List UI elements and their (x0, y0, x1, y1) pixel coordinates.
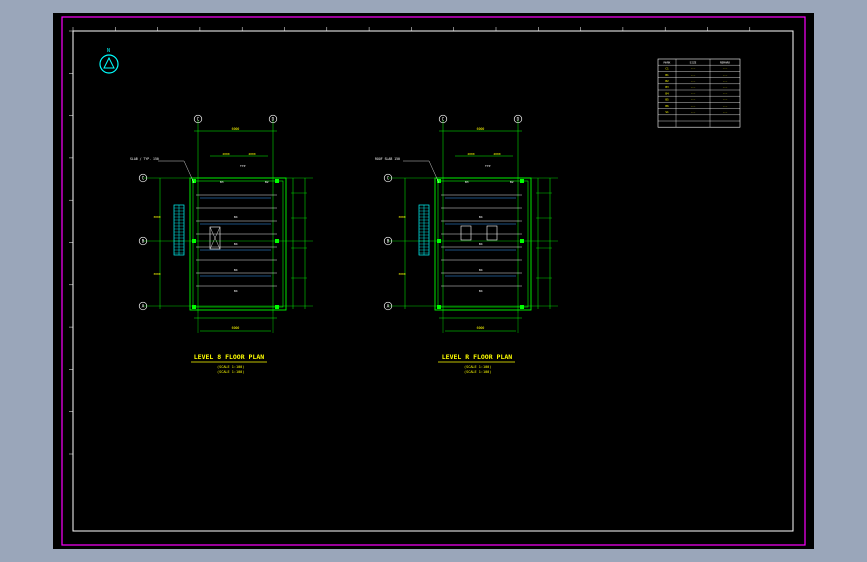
table-cell: --- (722, 67, 727, 71)
grid-bubble-label: D (272, 117, 275, 123)
table-cell: --- (722, 85, 727, 89)
beam-tag: B4 (479, 268, 483, 272)
dim-text: 6000 (477, 326, 485, 330)
grid-bubble-label: B (387, 239, 390, 245)
level-r-title-block: LEVEL R FLOOR PLAN (SCALE 1:100) (SCALE … (438, 353, 515, 374)
lift-box (460, 225, 472, 241)
member-schedule-table: MARK SIZE REMARK C1 --- --- B1 --- --- B2 --- --- B3… (657, 58, 741, 128)
grid-bubble-label: A (142, 304, 145, 310)
beam-tag: B4 (234, 289, 238, 293)
table-cell: --- (690, 79, 695, 83)
plan-subtitle: (SCALE 1:100) (217, 370, 244, 374)
table-cell: B1 (665, 73, 669, 77)
dim-text: 4000 (493, 152, 500, 156)
level-8-floor-plan: C D 6000 2000 4000 C B A B4 B4 B4 B4 B3 B2 3000 3000 600… (130, 114, 313, 333)
beam-tag: B2 (510, 180, 514, 184)
leader-note: SLAB / TYP. 150 (130, 157, 159, 161)
table-cell: --- (722, 110, 727, 114)
grid-bubble-label: A (387, 304, 390, 310)
table-cell: B3 (665, 85, 669, 89)
grid-bubble-label: C (442, 117, 445, 123)
lift-box (486, 225, 498, 241)
table-cell: --- (690, 91, 695, 95)
table-header-cell: MARK (664, 60, 671, 64)
level-r-floor-plan: C D 6000 2000 4000 C B A B4 B4 B4 B4 B3 B2 3000 3000 600… (375, 114, 558, 333)
plan-subtitle: (SCALE 1:100) (217, 365, 244, 369)
building-inner-outline (192, 180, 284, 308)
column (437, 305, 441, 309)
dim-text: 2000 (222, 152, 229, 156)
leader-note: ROOF SLAB 150 (375, 157, 400, 161)
dim-text: 2000 (467, 152, 474, 156)
table-cell: --- (690, 110, 695, 114)
table-cell: --- (690, 85, 695, 89)
dim-text: 3000 (398, 272, 405, 276)
dim-text: 4000 (248, 152, 255, 156)
beam-tag: B4 (479, 242, 483, 246)
beam-tag: B4 (234, 268, 238, 272)
border-ticks (69, 27, 751, 455)
drawing-sheet: N C D 6000 2000 4000 C B A B4 B4 B4 B4 B3 B2 3000 3000 6… (53, 13, 814, 549)
column (437, 239, 441, 243)
grid-bubble-label: B (142, 239, 145, 245)
table-cell: --- (690, 98, 695, 102)
table-cell: --- (722, 73, 727, 77)
table-cell: --- (690, 73, 695, 77)
grid-bubble-label: D (517, 117, 520, 123)
level-8-title-block: LEVEL 8 FLOOR PLAN (SCALE 1:100) (SCALE … (191, 353, 267, 374)
building-inner-outline (437, 180, 529, 308)
north-arrow-icon: N (99, 48, 119, 74)
table-cell: B6 (665, 104, 669, 108)
dim-text: 6000 (232, 127, 240, 131)
dim-text: 6000 (477, 127, 485, 131)
column (520, 305, 524, 309)
beam-tag: B3 (220, 180, 224, 184)
dim-text: 3000 (153, 272, 160, 276)
dim-text: 3000 (153, 215, 160, 219)
leader-line (183, 160, 195, 184)
table-cell: --- (690, 67, 695, 71)
leader-line (428, 160, 440, 184)
inner-frame (72, 30, 794, 532)
plan-subtitle: (SCALE 1:100) (464, 365, 491, 369)
table-cell: B2 (665, 79, 669, 83)
plan-title: LEVEL 8 FLOOR PLAN (194, 353, 265, 361)
grid-bubble-label: C (387, 176, 390, 182)
table-cell: B4 (665, 91, 669, 95)
column (275, 305, 279, 309)
dim-text: 3000 (398, 215, 405, 219)
grid-bubble-label: C (197, 117, 200, 123)
cad-drawing: N C D 6000 2000 4000 C B A B4 B4 B4 B4 B3 B2 3000 3000 6… (61, 16, 806, 546)
north-label: N (107, 48, 110, 54)
room-tag: TYP (485, 164, 491, 168)
table-cell: --- (722, 104, 727, 108)
beam-tag: B4 (479, 215, 483, 219)
column (520, 179, 524, 183)
table-cell: --- (722, 91, 727, 95)
room-tag: TYP (240, 164, 246, 168)
table-cell: C1 (665, 67, 669, 71)
table-cell: --- (722, 79, 727, 83)
table-header-cell: SIZE (690, 60, 697, 64)
beam-tag: B2 (265, 180, 269, 184)
column (275, 239, 279, 243)
beam-tag: B4 (479, 289, 483, 293)
column (275, 179, 279, 183)
table-cell: B5 (665, 98, 669, 102)
plan-subtitle: (SCALE 1:100) (464, 370, 491, 374)
column (192, 305, 196, 309)
table-cell: --- (690, 104, 695, 108)
table-header-cell: REMARK (720, 60, 730, 64)
column (192, 239, 196, 243)
table-cell: --- (722, 98, 727, 102)
table-border (657, 58, 741, 128)
grid-bubble-label: C (142, 176, 145, 182)
table-cell: S1 (665, 110, 669, 114)
column (520, 239, 524, 243)
beam-tag: B4 (234, 242, 238, 246)
dim-text: 6000 (232, 326, 240, 330)
plan-title: LEVEL R FLOOR PLAN (442, 353, 513, 361)
beam-tag: B4 (234, 215, 238, 219)
beam-tag: B3 (465, 180, 469, 184)
